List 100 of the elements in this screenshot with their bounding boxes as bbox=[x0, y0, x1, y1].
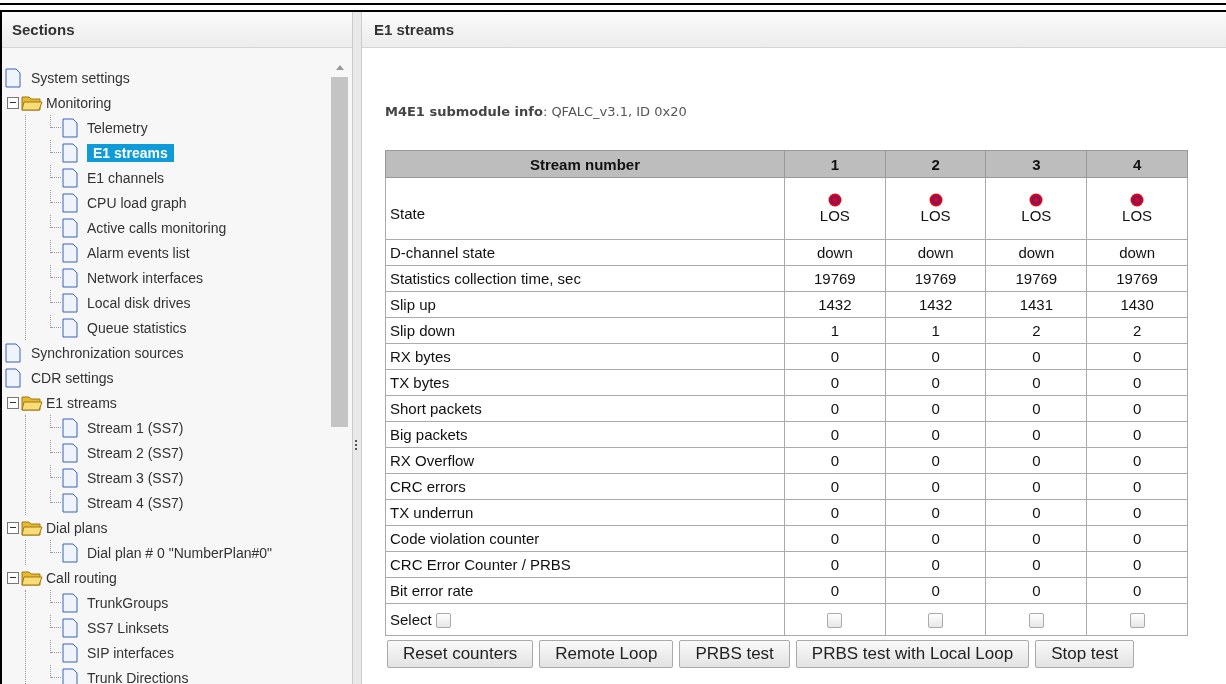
table-cell: Bit error rate bbox=[385, 577, 785, 604]
table-cell: 0 bbox=[784, 369, 886, 396]
table-cell: 0 bbox=[985, 343, 1087, 370]
table-cell: CRC errors bbox=[385, 473, 785, 500]
tree-item[interactable]: Stream 1 (SS7) bbox=[83, 418, 188, 437]
table-cell: 2 bbox=[1086, 317, 1188, 344]
table-cell: 0 bbox=[784, 473, 886, 500]
document-icon bbox=[62, 317, 78, 338]
table-cell: 0 bbox=[885, 395, 986, 422]
document-icon bbox=[62, 542, 78, 563]
tree-item[interactable]: E1 streams bbox=[42, 393, 121, 412]
tree-item[interactable]: CDR settings bbox=[27, 368, 118, 387]
tree-item[interactable]: Telemetry bbox=[83, 118, 152, 137]
document-icon bbox=[62, 417, 78, 438]
table-cell: 0 bbox=[985, 447, 1087, 474]
tree-item[interactable]: TrunkGroups bbox=[83, 593, 173, 612]
tree-item[interactable]: Stream 4 (SS7) bbox=[83, 493, 188, 512]
table-cell: 0 bbox=[885, 421, 986, 448]
table-cell: 0 bbox=[784, 525, 886, 552]
document-icon bbox=[62, 142, 78, 163]
tree-item[interactable]: SS7 Linksets bbox=[83, 618, 173, 637]
table-cell: Slip down bbox=[385, 317, 785, 344]
tree-item[interactable]: SIP interfaces bbox=[83, 643, 178, 662]
collapse-toggle-icon[interactable] bbox=[7, 96, 19, 109]
tree-item[interactable]: Synchronization sources bbox=[27, 343, 188, 362]
folder-icon bbox=[21, 93, 43, 112]
action-button[interactable]: Stop test bbox=[1035, 640, 1135, 668]
status-alarm-icon bbox=[827, 193, 842, 207]
table-cell: 0 bbox=[985, 577, 1087, 604]
scroll-up-icon[interactable] bbox=[334, 64, 345, 70]
table-cell: 0 bbox=[885, 473, 986, 500]
table-cell: 1 bbox=[885, 317, 986, 344]
select-label: Select bbox=[390, 610, 432, 628]
document-icon bbox=[62, 642, 78, 663]
table-cell: 19769 bbox=[985, 265, 1087, 292]
stream-checkbox[interactable] bbox=[1129, 613, 1145, 629]
tree-item[interactable]: Alarm events list bbox=[83, 243, 194, 262]
table-cell: 0 bbox=[985, 499, 1087, 526]
action-button[interactable]: Remote Loop bbox=[539, 640, 674, 668]
select-all-checkbox[interactable] bbox=[435, 613, 451, 629]
table-cell: State bbox=[385, 177, 785, 240]
table-cell: 0 bbox=[784, 551, 886, 578]
state-text: LOS bbox=[920, 207, 951, 224]
document-icon bbox=[62, 242, 78, 263]
stream-checkbox[interactable] bbox=[1028, 613, 1044, 629]
collapse-toggle-icon[interactable] bbox=[7, 521, 19, 534]
table-cell: 0 bbox=[885, 369, 986, 396]
stream-checkbox[interactable] bbox=[928, 613, 944, 629]
table-cell: 0 bbox=[1086, 577, 1188, 604]
splitter-handle[interactable] bbox=[352, 12, 362, 684]
action-button[interactable]: PRBS test with Local Loop bbox=[795, 640, 1030, 668]
table-cell: 0 bbox=[784, 577, 886, 604]
tree-item[interactable]: Dial plans bbox=[42, 518, 112, 537]
action-button[interactable]: Reset counters bbox=[387, 640, 534, 668]
document-icon bbox=[62, 492, 78, 513]
table-cell: 0 bbox=[985, 369, 1087, 396]
table-cell: 0 bbox=[985, 395, 1087, 422]
status-alarm-icon bbox=[1130, 193, 1145, 207]
tree-item[interactable]: Monitoring bbox=[42, 93, 116, 112]
document-icon bbox=[62, 292, 78, 313]
table-cell: Slip up bbox=[385, 291, 785, 318]
table-cell: 0 bbox=[885, 525, 986, 552]
table-cell: RX bytes bbox=[385, 343, 785, 370]
table-cell: CRC Error Counter / PRBS bbox=[385, 551, 785, 578]
table-cell: 0 bbox=[1086, 395, 1188, 422]
folder-icon bbox=[21, 393, 43, 412]
table-cell: Statistics collection time, sec bbox=[385, 265, 785, 292]
table-cell: 0 bbox=[1086, 447, 1188, 474]
document-icon bbox=[62, 217, 78, 238]
document-icon bbox=[62, 192, 78, 213]
column-header: 2 bbox=[885, 150, 986, 178]
tree-item[interactable]: Local disk drives bbox=[83, 293, 195, 312]
tree-item[interactable]: Trunk Directions bbox=[83, 668, 193, 684]
tree-item[interactable]: Queue statistics bbox=[83, 318, 191, 337]
collapse-toggle-icon[interactable] bbox=[7, 396, 19, 409]
table-cell: D-channel state bbox=[385, 239, 785, 266]
tree-item[interactable]: System settings bbox=[27, 68, 134, 87]
tree-item[interactable]: Stream 3 (SS7) bbox=[83, 468, 188, 487]
action-button[interactable]: PRBS test bbox=[679, 640, 790, 668]
tree-item[interactable]: E1 channels bbox=[83, 168, 169, 187]
collapse-toggle-icon[interactable] bbox=[7, 571, 19, 584]
folder-icon bbox=[21, 568, 43, 587]
table-cell: 0 bbox=[1086, 499, 1188, 526]
stream-checkbox[interactable] bbox=[827, 613, 843, 629]
column-header: Stream number bbox=[385, 150, 785, 178]
tree-item[interactable]: Call routing bbox=[42, 568, 121, 587]
document-icon bbox=[62, 592, 78, 613]
table-cell: 0 bbox=[885, 577, 986, 604]
table-cell: 0 bbox=[1086, 343, 1188, 370]
tree-item[interactable]: Active calls monitoring bbox=[83, 218, 231, 237]
table-cell: down bbox=[985, 239, 1087, 266]
table-cell: 0 bbox=[784, 421, 886, 448]
tree-item[interactable]: Stream 2 (SS7) bbox=[83, 443, 188, 462]
document-icon bbox=[5, 342, 21, 363]
document-icon bbox=[5, 67, 21, 88]
tree-item[interactable]: Dial plan # 0 "NumberPlan#0" bbox=[83, 543, 277, 562]
table-cell: 0 bbox=[985, 551, 1087, 578]
tree-item[interactable]: CPU load graph bbox=[83, 193, 191, 212]
tree-item[interactable]: Network interfaces bbox=[83, 268, 207, 287]
table-cell: 0 bbox=[784, 343, 886, 370]
